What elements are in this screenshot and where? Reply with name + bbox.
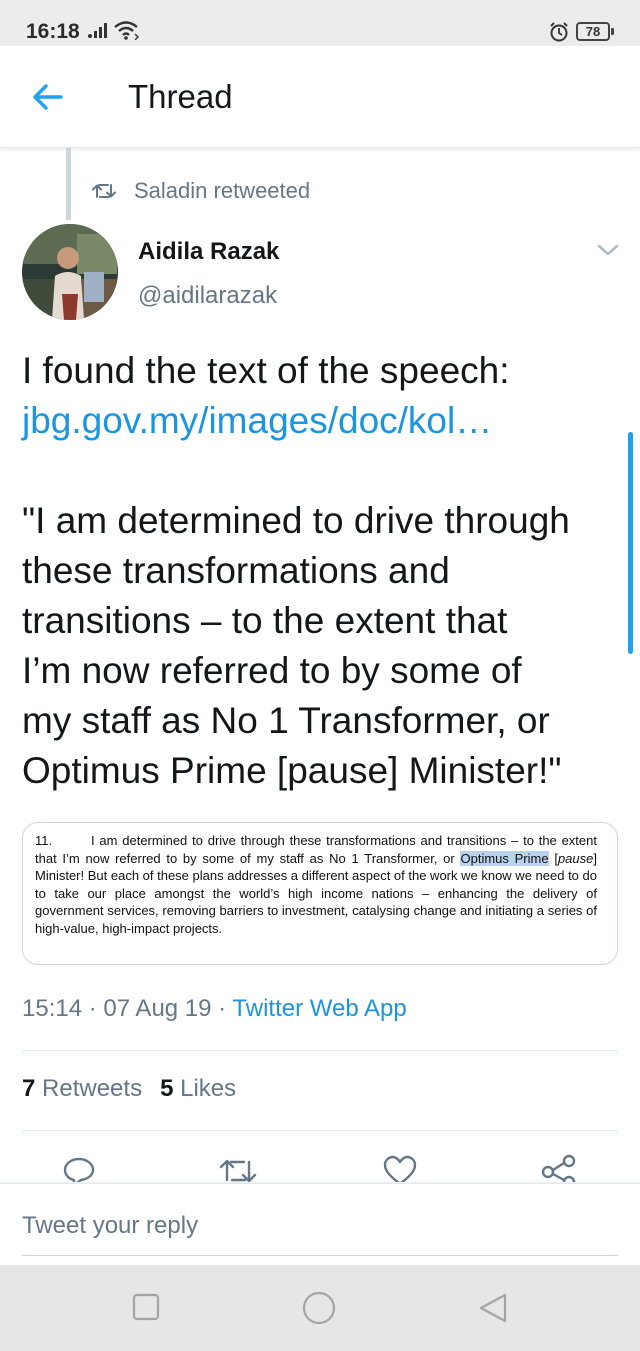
alarm-icon (549, 22, 569, 47)
attached-image[interactable]: 11. I am determined to drive through thes… (22, 822, 618, 965)
system-nav-bar (0, 1265, 640, 1351)
retweet-indicator[interactable]: Saladin retweeted (92, 178, 310, 204)
share-button[interactable] (540, 1154, 578, 1182)
tweet-timestamp: 15:14 · 07 Aug 19 · Twitter Web App (22, 995, 407, 1022)
tweet-actions (0, 1152, 640, 1182)
status-bar: 16:18 78 (0, 0, 640, 46)
paragraph-number: 11. (35, 833, 53, 848)
retweets-count[interactable]: 7 Retweets (22, 1075, 142, 1103)
divider (22, 1050, 618, 1051)
author-name[interactable]: Aidila Razak (138, 238, 279, 266)
reply-input[interactable] (22, 1208, 618, 1256)
retweet-icon (92, 184, 116, 198)
wifi-icon (113, 20, 139, 45)
avatar[interactable] (22, 224, 118, 320)
likes-count[interactable]: 5 Likes (160, 1075, 236, 1103)
author-handle[interactable]: @aidilarazak (138, 282, 277, 310)
recent-apps-button[interactable] (132, 1293, 160, 1326)
reply-icon (63, 1157, 95, 1182)
page-title: Thread (128, 78, 233, 115)
back-arrow-icon (33, 84, 63, 110)
status-time: 16:18 (26, 20, 80, 43)
tweet-time: 15:14 (22, 995, 83, 1022)
tweet-quote-line: my staff as No 1 Transformer, or (22, 700, 550, 741)
back-icon (479, 1293, 507, 1323)
tweet-text: I found the text of the speech: jbg.gov.… (22, 346, 622, 796)
tweet-quote-line: Optimus Prime [pause] Minister!" (22, 750, 562, 791)
source-app-link[interactable]: Twitter Web App (232, 995, 406, 1022)
tweet-quote-line: "I am determined to drive through (22, 500, 570, 541)
share-icon (541, 1154, 576, 1182)
engagement-counts: 7 Retweets 5 Likes (22, 1075, 254, 1103)
retweet-button[interactable] (218, 1154, 258, 1182)
document-excerpt: 11. I am determined to drive through thes… (35, 833, 597, 936)
tweet-quote-line: I’m now referred to by some of (22, 650, 522, 691)
tweet-date: 07 Aug 19 (103, 995, 212, 1022)
home-button[interactable] (302, 1291, 336, 1330)
reply-bar (0, 1183, 640, 1265)
retweet-icon (219, 1159, 257, 1182)
tweet-quote-line: transitions – to the extent that (22, 600, 508, 641)
tweet-link[interactable]: jbg.gov.my/images/doc/kol… (22, 400, 492, 441)
recent-apps-icon (132, 1293, 160, 1321)
chevron-down-icon (597, 244, 619, 256)
divider (22, 1130, 618, 1131)
system-back-button[interactable] (478, 1292, 508, 1329)
home-icon (302, 1291, 336, 1325)
highlighted-text: Optimus Prime (460, 850, 549, 866)
thread-connector-line (66, 148, 71, 220)
battery-indicator: 78 (576, 22, 614, 41)
scrollbar[interactable] (628, 432, 633, 654)
back-button[interactable] (24, 76, 74, 118)
tweet-quote-line: these transformations and (22, 550, 450, 591)
like-button[interactable] (382, 1154, 418, 1182)
tweet-line: I found the text of the speech: (22, 350, 510, 391)
more-options-button[interactable] (596, 242, 620, 263)
signal-icon (88, 22, 110, 43)
retweeted-by-label: Saladin retweeted (134, 178, 311, 203)
reply-button[interactable] (62, 1154, 96, 1182)
like-icon (383, 1155, 417, 1182)
header: Thread (0, 46, 640, 148)
